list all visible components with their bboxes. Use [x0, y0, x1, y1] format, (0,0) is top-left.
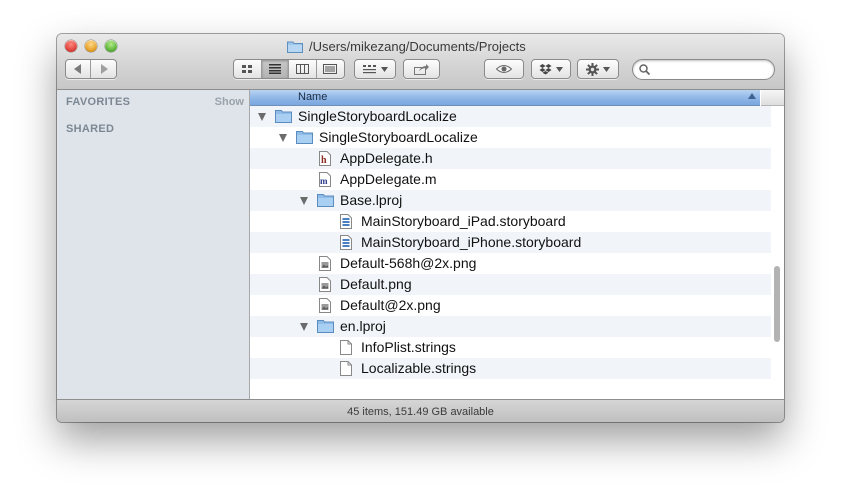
disclosure-triangle-icon[interactable] [258, 113, 266, 121]
list-item[interactable]: Base.lproj [250, 190, 771, 211]
search-icon [639, 64, 650, 75]
search-input[interactable] [653, 62, 772, 76]
minimize-window-button[interactable] [85, 40, 97, 52]
list-item[interactable]: Default-568h@2x.png [250, 253, 771, 274]
list-view-icon [268, 64, 281, 74]
share-icon [414, 63, 429, 75]
strings-file-icon [340, 361, 352, 376]
png-file-icon [319, 256, 331, 271]
sidebar-heading-favorites: FAVORITES [66, 96, 131, 108]
forward-button[interactable] [91, 60, 116, 78]
file-name: AppDelegate.h [340, 150, 433, 166]
sidebar-heading-shared[interactable]: SHARED [66, 123, 114, 135]
folder-icon [317, 320, 334, 333]
status-text: 45 items, 151.49 GB available [347, 405, 494, 418]
icon-view-icon [241, 64, 252, 73]
eye-icon [496, 65, 512, 73]
png-file-icon [319, 298, 331, 313]
gear-icon [586, 62, 599, 76]
strings-file-icon [340, 340, 352, 355]
zoom-window-button[interactable] [105, 40, 117, 52]
storyboard-file-icon [340, 235, 352, 250]
file-name: Default.png [340, 276, 412, 292]
arrange-button[interactable] [354, 59, 396, 79]
title-bar: /Users/mikezang/Documents/Projects [57, 34, 784, 90]
coverflow-view-icon [323, 64, 338, 74]
file-rows: SingleStoryboardLocalize SingleStoryboar… [250, 106, 771, 379]
file-name: SingleStoryboardLocalize [298, 108, 457, 124]
file-name: en.lproj [340, 318, 386, 334]
list-item[interactable]: SingleStoryboardLocalize [250, 106, 771, 127]
sidebar: FAVORITES Show SHARED [57, 90, 250, 399]
list-item[interactable]: InfoPlist.strings [250, 337, 771, 358]
file-name: Default@2x.png [340, 297, 441, 313]
dropbox-icon [539, 63, 552, 74]
view-switcher [233, 59, 345, 79]
svg-text:m: m [320, 176, 328, 186]
disclosure-triangle-icon[interactable] [300, 323, 308, 331]
file-name: InfoPlist.strings [361, 339, 456, 355]
sort-ascending-icon [748, 93, 756, 99]
column-view-icon [295, 64, 309, 74]
list-item[interactable]: Default.png [250, 274, 771, 295]
folder-icon [275, 110, 292, 123]
chevron-down-icon [556, 66, 563, 72]
window-title-text: /Users/mikezang/Documents/Projects [309, 38, 526, 54]
list-view-button[interactable] [261, 60, 289, 78]
action-button[interactable] [577, 59, 619, 79]
back-forward-control [65, 59, 117, 79]
column-header-label: Name [298, 91, 328, 103]
list-item[interactable]: m AppDelegate.m [250, 169, 771, 190]
forward-arrow-icon [100, 64, 108, 74]
h-file-icon: h [319, 151, 331, 166]
file-name: Localizable.strings [361, 360, 477, 376]
name-column-header[interactable]: Name [250, 90, 760, 106]
back-button[interactable] [66, 60, 92, 78]
finder-window: /Users/mikezang/Documents/Projects FAVOR… [57, 34, 784, 422]
list-item[interactable]: SingleStoryboardLocalize [250, 127, 771, 148]
storyboard-file-icon [340, 214, 352, 229]
coverflow-view-button[interactable] [317, 60, 344, 78]
file-name: MainStoryboard_iPhone.storyboard [361, 234, 582, 250]
file-name: Base.lproj [340, 192, 403, 208]
disclosure-triangle-icon[interactable] [300, 197, 308, 205]
sidebar-show-link[interactable]: Show [215, 96, 244, 108]
folder-icon [287, 41, 303, 53]
svg-text:h: h [321, 155, 327, 166]
folder-icon [317, 194, 334, 207]
chevron-down-icon [380, 66, 388, 72]
arrange-icon [362, 64, 376, 73]
status-bar: 45 items, 151.49 GB available [57, 399, 784, 422]
column-view-button[interactable] [289, 60, 317, 78]
close-window-button[interactable] [65, 40, 77, 52]
back-arrow-icon [74, 64, 81, 74]
list-item[interactable]: en.lproj [250, 316, 771, 337]
window-title: /Users/mikezang/Documents/Projects [287, 37, 526, 55]
list-item[interactable]: h AppDelegate.h [250, 148, 771, 169]
m-file-icon: m [319, 172, 331, 187]
list-item[interactable]: MainStoryboard_iPhone.storyboard [250, 232, 771, 253]
file-name: SingleStoryboardLocalize [319, 129, 478, 145]
share-button[interactable] [403, 59, 440, 79]
search-field[interactable] [632, 59, 775, 80]
dropbox-button[interactable] [531, 59, 571, 79]
file-name: Default-568h@2x.png [340, 255, 477, 271]
folder-icon [296, 131, 313, 144]
vertical-scrollbar-thumb[interactable] [774, 266, 780, 342]
list-item[interactable]: MainStoryboard_iPad.storyboard [250, 211, 771, 232]
file-name: MainStoryboard_iPad.storyboard [361, 213, 566, 229]
list-item[interactable]: Default@2x.png [250, 295, 771, 316]
disclosure-triangle-icon[interactable] [279, 134, 287, 142]
icon-view-button[interactable] [234, 60, 262, 78]
chevron-down-icon [603, 66, 610, 72]
quick-look-button[interactable] [484, 59, 524, 79]
list-item[interactable]: Localizable.strings [250, 358, 771, 379]
file-list: Name SingleStoryboardLocalize SingleStor… [250, 90, 784, 399]
file-name: AppDelegate.m [340, 171, 437, 187]
png-file-icon [319, 277, 331, 292]
column-header-filler [761, 90, 784, 106]
